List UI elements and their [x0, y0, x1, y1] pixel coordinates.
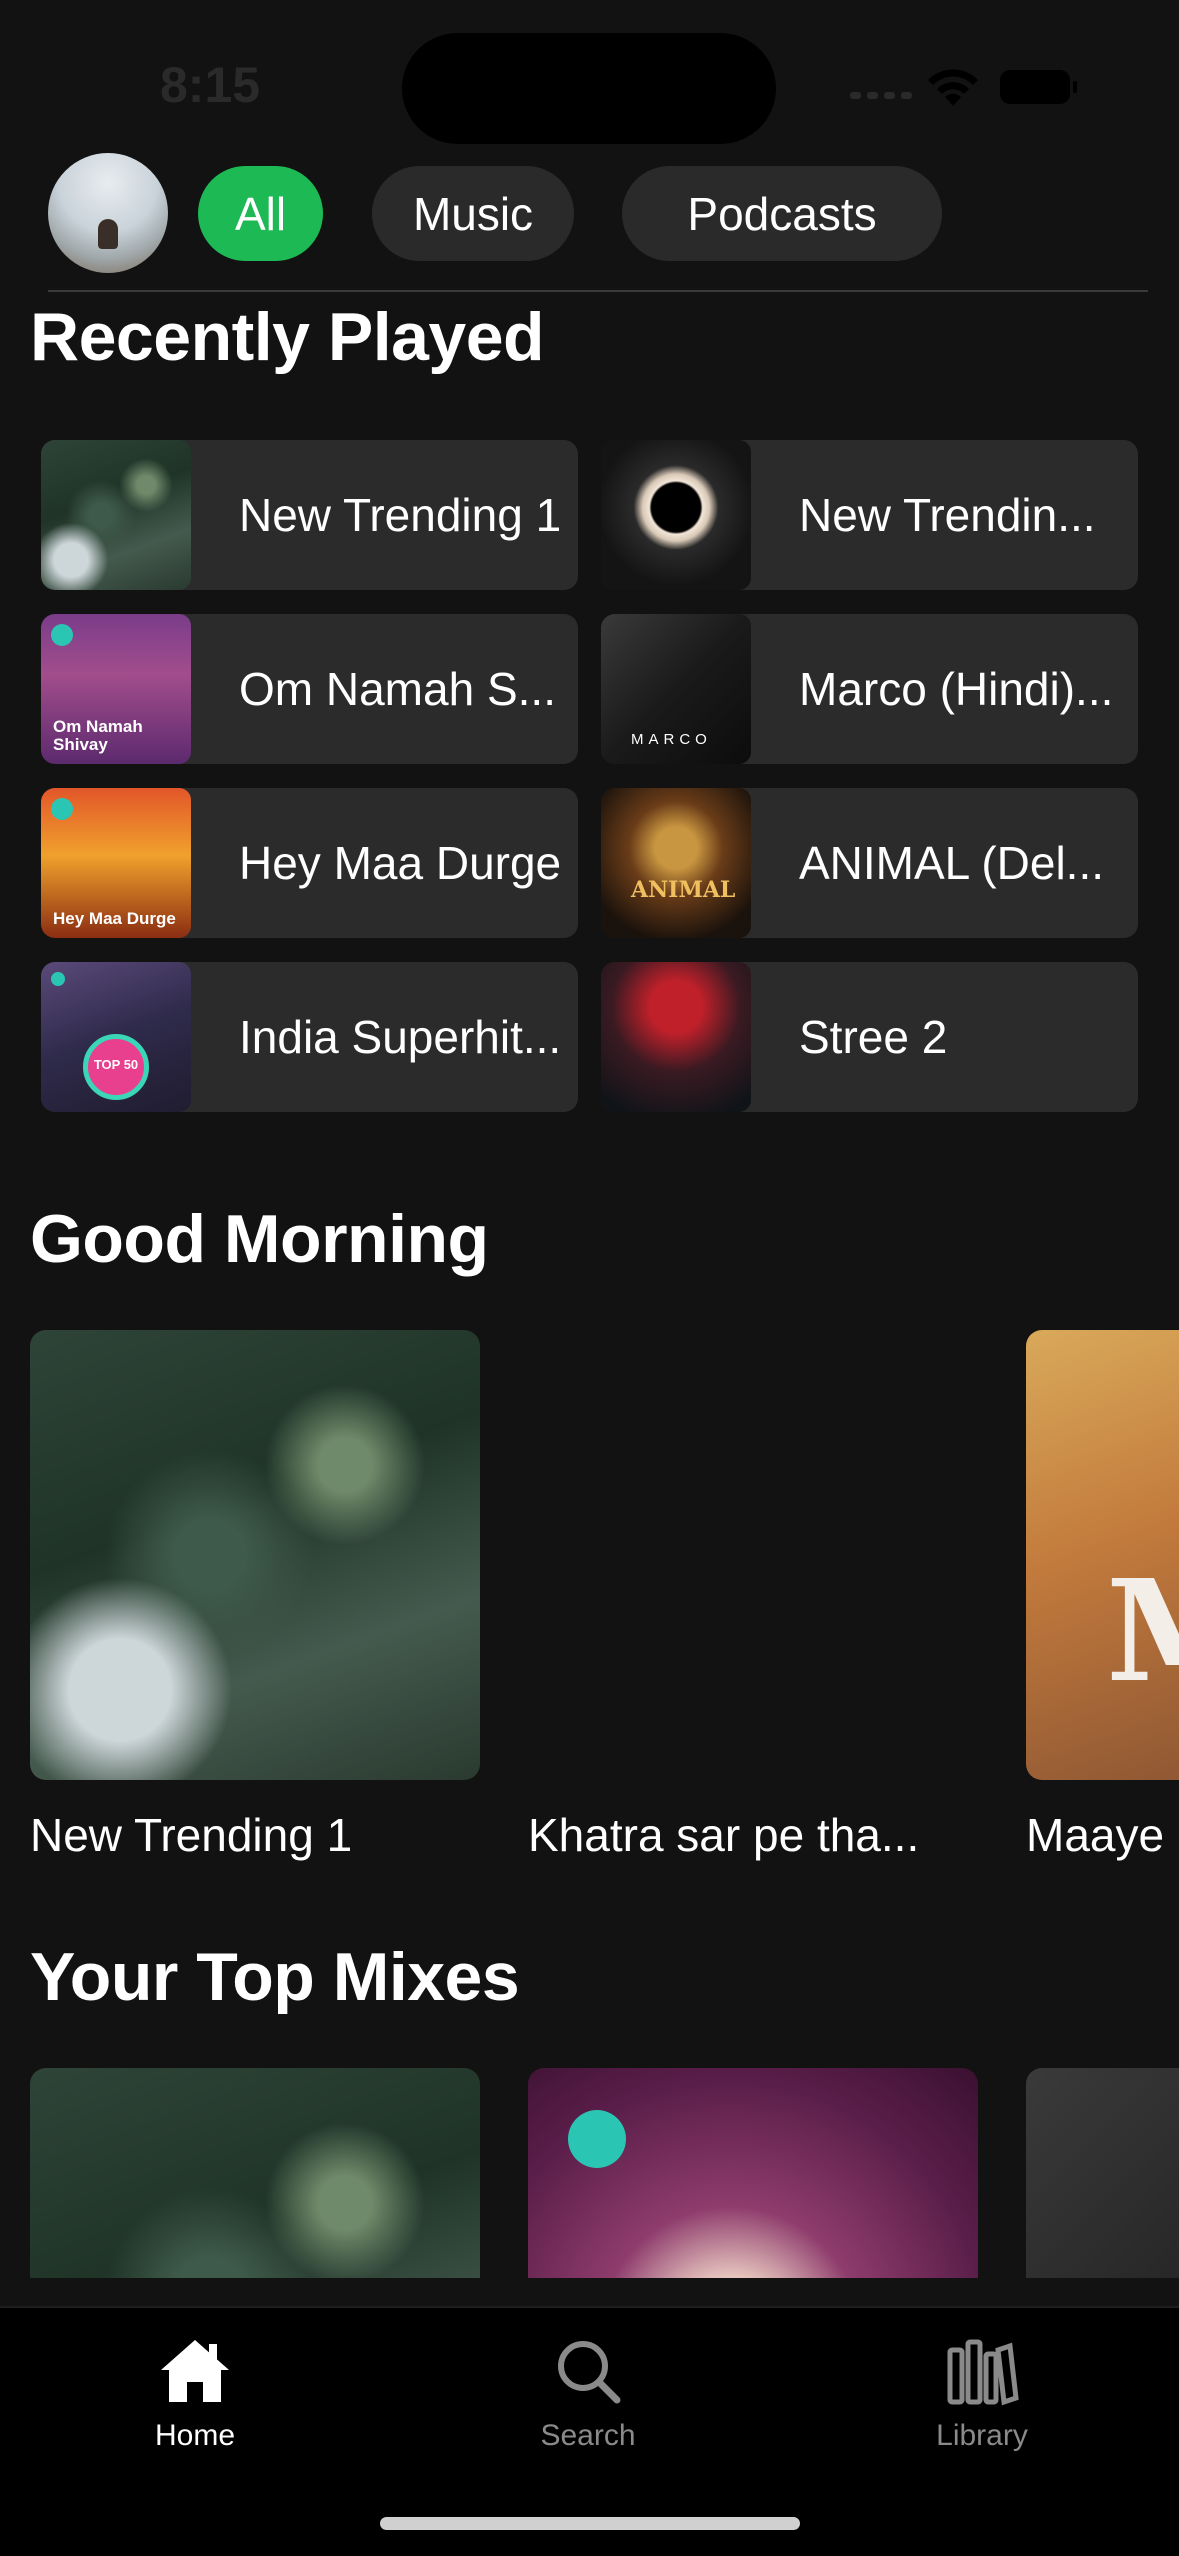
nav-library-label: Library: [936, 2419, 1028, 2452]
mix-art: [528, 2068, 978, 2278]
saavn-badge-icon: [568, 2110, 626, 2168]
recent-tile[interactable]: MARCO Marco (Hindi)...: [601, 614, 1138, 764]
mix-card[interactable]: [30, 2068, 480, 2278]
filter-bar: All Music Podcasts: [48, 153, 1148, 275]
recent-tile[interactable]: New Trending 1: [41, 440, 578, 590]
nav-home[interactable]: Home: [95, 2336, 295, 2453]
recent-tile-label: ANIMAL (Del...: [799, 837, 1105, 889]
recent-tile-label: Stree 2: [799, 1011, 948, 1063]
playlist-card-title: Khatra sar pe tha...: [528, 1809, 920, 1861]
status-time: 8:15: [160, 57, 261, 113]
recent-tile[interactable]: ANIMAL ANIMAL (Del...: [601, 788, 1138, 938]
recent-tile[interactable]: New Trendin...: [601, 440, 1138, 590]
saavn-badge-icon: [51, 624, 73, 646]
recent-tile-label: Om Namah S...: [239, 663, 556, 715]
playlist-card-title: Maaye: [1026, 1809, 1165, 1861]
wifi-icon: [928, 69, 978, 106]
saavn-badge-icon: [51, 972, 65, 986]
album-art-caption: Hey Maa Durge: [53, 909, 176, 929]
recent-tile-label: India Superhit...: [239, 1011, 562, 1063]
top-mixes-carousel[interactable]: [30, 2068, 1179, 2278]
divider: [48, 290, 1148, 292]
status-bar: 8:15: [0, 0, 1179, 150]
home-indicator: [380, 2517, 800, 2530]
dynamic-island: [402, 33, 776, 144]
top50-badge: TOP 50: [83, 1034, 149, 1100]
recent-tile[interactable]: Stree 2: [601, 962, 1138, 1112]
search-icon: [558, 2341, 621, 2404]
recent-tile[interactable]: Om Namah Shivay Om Namah S...: [41, 614, 578, 764]
nav-library[interactable]: Library: [882, 2336, 1082, 2453]
saavn-badge-icon: [51, 798, 73, 820]
recent-tile-label: New Trending 1: [239, 489, 562, 541]
album-art-caption: M: [1106, 1550, 1179, 1714]
album-art: Hey Maa Durge: [41, 788, 191, 938]
album-art: ANIMAL: [601, 788, 751, 938]
nav-search-label: Search: [540, 2419, 636, 2452]
recent-tile[interactable]: Hey Maa Durge Hey Maa Durge: [41, 788, 578, 938]
chip-podcasts[interactable]: Podcasts: [622, 166, 942, 261]
battery-icon: [1000, 70, 1077, 104]
recent-tile-label: Hey Maa Durge: [239, 837, 562, 889]
playlist-art: M: [1026, 1330, 1179, 1780]
recent-tile-label: Marco (Hindi)...: [799, 663, 1114, 715]
album-art: [601, 962, 751, 1112]
album-art: TOP 50: [41, 962, 191, 1112]
recent-tile[interactable]: TOP 50 India Superhit...: [41, 962, 578, 1112]
mix-card[interactable]: [528, 2068, 978, 2278]
playlist-card[interactable]: M Maaye: [1026, 1330, 1179, 1862]
album-art-caption: MARCO: [631, 731, 712, 749]
home-icon: [161, 2340, 229, 2402]
nav-search[interactable]: Search: [488, 2336, 688, 2453]
good-morning-carousel[interactable]: New Trending 1 Khatra sar pe tha... M Ma…: [30, 1330, 1179, 1870]
album-art-caption: Om Namah Shivay: [53, 717, 143, 755]
mix-art: [30, 2068, 480, 2278]
album-art: MARCO: [601, 614, 751, 764]
section-title-recently-played: Recently Played: [30, 299, 545, 375]
album-art: [601, 440, 751, 590]
playlist-card[interactable]: Khatra sar pe tha...: [528, 1330, 978, 1862]
playlist-art: [528, 1330, 978, 1780]
recent-tile-label: New Trendin...: [799, 489, 1096, 541]
playlist-art: [30, 1330, 480, 1780]
album-art-caption: ANIMAL: [631, 876, 736, 903]
avatar[interactable]: [48, 153, 168, 273]
album-art: Om Namah Shivay: [41, 614, 191, 764]
album-art: [41, 440, 191, 590]
section-title-good-morning: Good Morning: [30, 1201, 489, 1277]
mix-art: [1026, 2068, 1179, 2278]
chip-all[interactable]: All: [198, 166, 323, 261]
nav-home-label: Home: [154, 2419, 236, 2452]
section-title-top-mixes: Your Top Mixes: [30, 1939, 520, 2015]
library-icon: [947, 2339, 1019, 2406]
playlist-card[interactable]: New Trending 1: [30, 1330, 480, 1862]
signal-icon: [850, 92, 912, 99]
mix-card[interactable]: [1026, 2068, 1179, 2278]
chip-music[interactable]: Music: [372, 166, 574, 261]
playlist-card-title: New Trending 1: [30, 1809, 353, 1861]
